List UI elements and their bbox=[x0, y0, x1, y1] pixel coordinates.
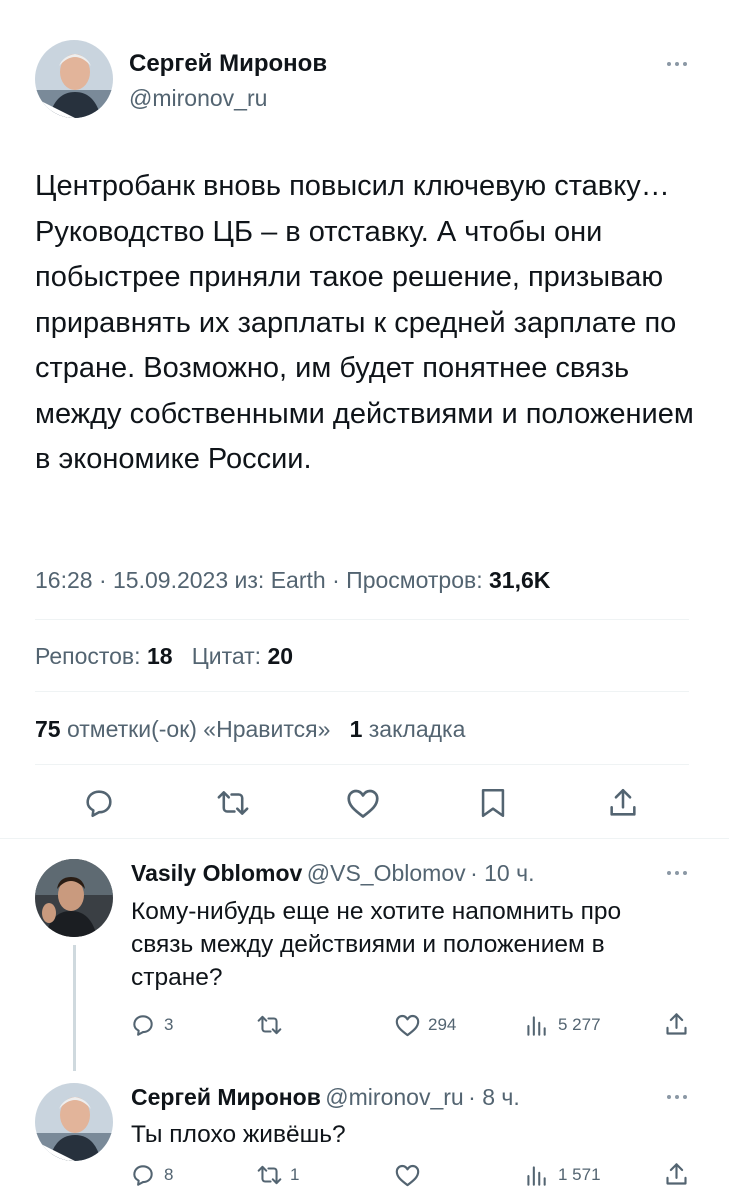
likes-bookmarks-row: 75 отметки(-ок) «Нравится» 1 закладка bbox=[35, 716, 465, 743]
share-icon[interactable] bbox=[607, 786, 639, 820]
divider bbox=[0, 838, 729, 839]
share-icon[interactable] bbox=[664, 1011, 689, 1038]
main-author-handle[interactable]: @mironov_ru bbox=[129, 85, 267, 112]
divider bbox=[35, 764, 689, 765]
user-avatar-icon bbox=[35, 1083, 113, 1161]
heart-icon[interactable] bbox=[345, 786, 381, 820]
views-value: 31,6K bbox=[489, 567, 551, 593]
reply-author-avatar[interactable] bbox=[35, 859, 113, 937]
quotes-value[interactable]: 20 bbox=[267, 643, 293, 669]
reply-icon[interactable] bbox=[82, 786, 116, 820]
divider bbox=[35, 619, 689, 620]
reply-author-handle[interactable]: @VS_Oblomov bbox=[307, 860, 466, 886]
tweet-time[interactable]: 16:28 bbox=[35, 567, 93, 593]
reply-header: Vasily Oblomov @VS_Oblomov · 10 ч. bbox=[131, 860, 534, 887]
source-prefix: из: bbox=[234, 567, 265, 593]
views-icon[interactable] bbox=[524, 1162, 548, 1188]
reply-time[interactable]: · 10 ч. bbox=[470, 860, 534, 886]
retweet-icon[interactable] bbox=[214, 786, 252, 820]
likes-value[interactable]: 75 bbox=[35, 716, 61, 742]
reply-icon[interactable] bbox=[130, 1012, 156, 1038]
reply-author-name[interactable]: Сергей Миронов bbox=[131, 1084, 321, 1110]
more-icon[interactable] bbox=[667, 871, 687, 875]
like-count: 294 bbox=[428, 1015, 457, 1034]
likes-label[interactable]: отметки(-ок) «Нравится» bbox=[67, 716, 330, 742]
reply-time[interactable]: · 8 ч. bbox=[468, 1084, 520, 1110]
views-count: 1 571 bbox=[558, 1165, 601, 1184]
tweet-date[interactable]: 15.09.2023 bbox=[113, 567, 228, 593]
retweet-icon[interactable] bbox=[255, 1162, 284, 1188]
reply-header: Сергей Миронов @mironov_ru · 8 ч. bbox=[131, 1084, 520, 1111]
reply-author-avatar[interactable] bbox=[35, 1083, 113, 1161]
retweet-count: 1 bbox=[290, 1165, 300, 1184]
reply-author-name[interactable]: Vasily Oblomov bbox=[131, 860, 302, 886]
main-tweet-text: Центробанк вновь повысил ключевую ставку… bbox=[35, 170, 694, 475]
reply-text: Ты плохо живёшь? bbox=[131, 1121, 346, 1148]
bookmarks-value[interactable]: 1 bbox=[350, 716, 363, 742]
share-icon[interactable] bbox=[664, 1161, 689, 1188]
heart-icon[interactable] bbox=[394, 1162, 421, 1188]
heart-icon[interactable] bbox=[394, 1012, 421, 1038]
views-icon[interactable] bbox=[524, 1012, 548, 1038]
user-avatar-icon bbox=[35, 859, 113, 937]
reply-icon[interactable] bbox=[130, 1162, 156, 1188]
reply-count: 8 bbox=[164, 1165, 174, 1184]
bookmarks-label[interactable]: закладка bbox=[369, 716, 466, 742]
thread-line bbox=[73, 945, 76, 1071]
more-icon[interactable] bbox=[667, 1095, 687, 1099]
retweet-icon[interactable] bbox=[255, 1012, 284, 1038]
reply-text: Кому-нибудь еще не хотите напомнить про … bbox=[131, 898, 622, 991]
tweet-meta: 16:28 · 15.09.2023 из: Earth · Просмотро… bbox=[35, 567, 551, 593]
views-label: Просмотров: bbox=[346, 567, 483, 593]
divider bbox=[35, 691, 689, 692]
quotes-label[interactable]: Цитат: bbox=[192, 643, 261, 669]
reposts-label[interactable]: Репостов: bbox=[35, 643, 141, 669]
main-author-name[interactable]: Сергей Миронов bbox=[129, 50, 327, 78]
reposts-quotes-row: Репостов: 18 Цитат: 20 bbox=[35, 643, 293, 670]
tweet-source: Earth bbox=[270, 567, 326, 593]
reply-author-handle[interactable]: @mironov_ru bbox=[325, 1084, 463, 1110]
user-avatar-icon bbox=[35, 40, 113, 118]
main-author-avatar[interactable] bbox=[35, 40, 113, 118]
reply-count: 3 bbox=[164, 1015, 174, 1034]
bookmark-icon[interactable] bbox=[478, 786, 508, 820]
views-count: 5 277 bbox=[558, 1015, 601, 1034]
more-icon[interactable] bbox=[667, 62, 687, 66]
reposts-value[interactable]: 18 bbox=[147, 643, 173, 669]
